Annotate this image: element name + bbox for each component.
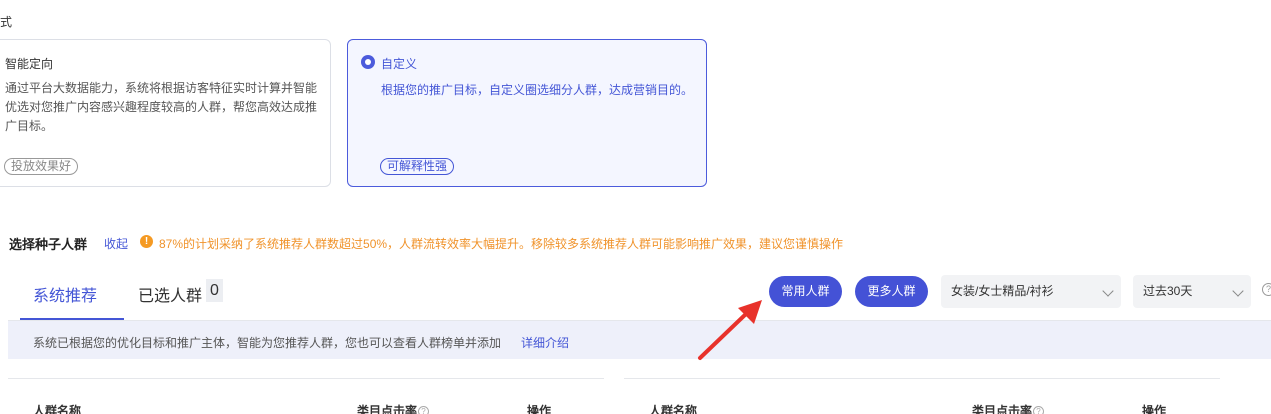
custom-targeting-card[interactable]: 自定义 根据您的推广目标，自定义圈选细分人群，达成营销目的。 可解释性强 [347, 39, 707, 187]
warning-icon: ! [140, 235, 153, 248]
smart-targeting-card[interactable]: 智能定向 通过平台大数据能力，系统将根据访客特征实时计算并智能优选对您推广内容感… [0, 39, 331, 187]
collapse-link[interactable]: 收起 [104, 235, 128, 252]
smart-card-tag: 投放效果好 [4, 158, 79, 175]
category-select-value: 女装/女士精品/衬衫 [951, 284, 1054, 298]
left-col-name-header: 人群名称 [33, 404, 82, 414]
left-col-ctr-header: 类目点击率? [357, 402, 430, 414]
annotation-arrow-icon [698, 300, 762, 360]
right-col-action-header: 操作 [1142, 404, 1167, 414]
right-col-ctr-header: 类目点击率? [972, 402, 1045, 414]
section-label: 方式 [0, 15, 13, 29]
active-tab-indicator [20, 318, 124, 320]
left-col-action-header: 操作 [527, 404, 552, 414]
category-select[interactable]: 女装/女士精品/衬衫 [941, 275, 1121, 308]
common-audience-button[interactable]: 常用人群 [769, 276, 842, 307]
smart-card-title: 智能定向 [5, 57, 54, 71]
warning-text: 87%的计划采纳了系统推荐人群数超过50%，人群流转效率大幅提升。移除较多系统推… [159, 237, 844, 251]
left-table-divider [8, 378, 604, 379]
help-icon[interactable]: ? [1262, 283, 1271, 296]
custom-card-title: 自定义 [381, 57, 418, 71]
chevron-down-icon [1102, 285, 1114, 297]
custom-card-tag: 可解释性强 [380, 158, 455, 175]
right-col-name-header: 人群名称 [649, 404, 698, 414]
more-audience-button[interactable]: 更多人群 [855, 276, 928, 307]
period-select-value: 过去30天 [1143, 284, 1193, 298]
smart-card-description: 通过平台大数据能力，系统将根据访客特征实时计算并智能优选对您推广内容感兴趣程度较… [5, 81, 318, 133]
tab-system-recommend[interactable]: 系统推荐 [33, 282, 97, 306]
period-select[interactable]: 过去30天 [1133, 275, 1251, 308]
left-col-ctr-label: 类目点击率 [357, 404, 418, 414]
right-table-divider [624, 378, 1220, 379]
selected-count-badge: 0 [206, 279, 223, 302]
right-col-ctr-label: 类目点击率 [972, 404, 1033, 414]
chevron-down-icon [1232, 285, 1244, 297]
custom-card-description: 根据您的推广目标，自定义圈选细分人群，达成营销目的。 [381, 83, 694, 97]
question-icon[interactable]: ? [418, 406, 430, 414]
info-text: 系统已根据您的优化目标和推广主体，智能为您推荐人群，您也可以查看人群榜单并添加 [33, 336, 502, 350]
seed-audience-title: 选择种子人群 [9, 237, 88, 252]
radio-selected-icon[interactable] [361, 55, 375, 69]
tab-selected-audience[interactable]: 已选人群 [138, 282, 202, 306]
detail-intro-link[interactable]: 详细介绍 [521, 334, 569, 351]
question-icon[interactable]: ? [1033, 406, 1045, 414]
